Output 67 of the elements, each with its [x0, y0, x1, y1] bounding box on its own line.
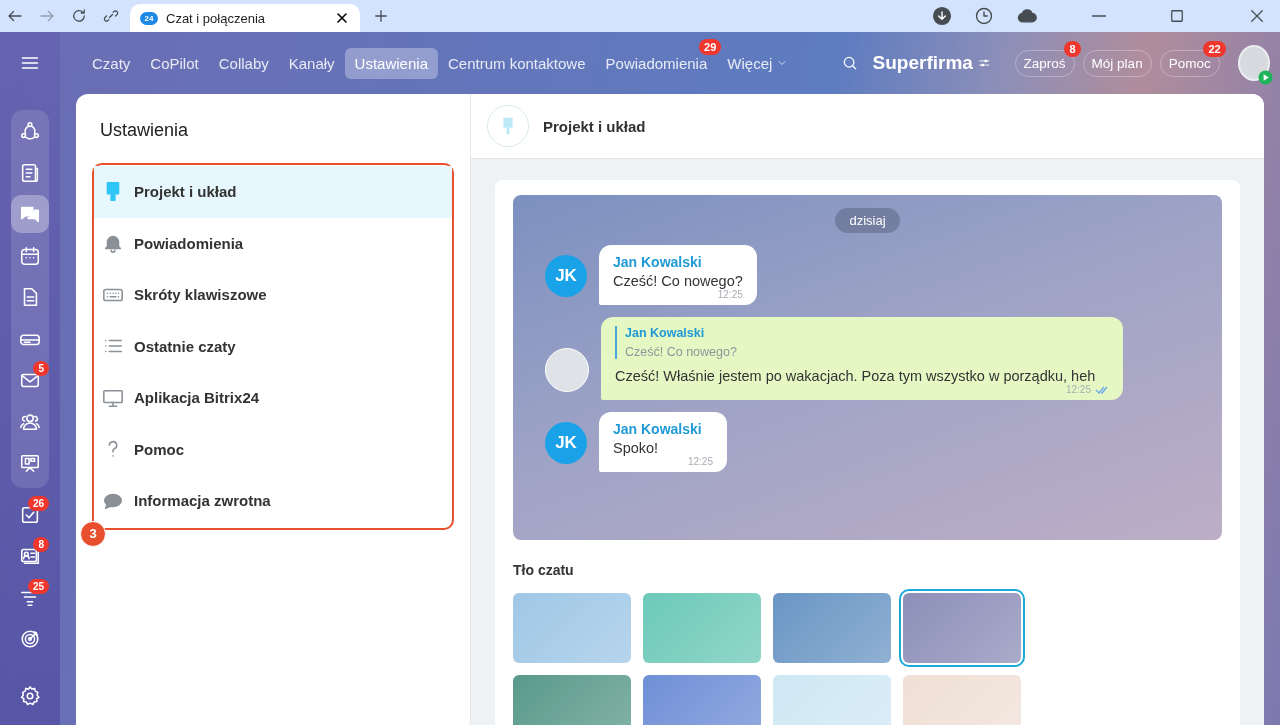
sidebar-item[interactable]: 26 [11, 495, 49, 534]
page-title: Projekt i układ [543, 117, 646, 135]
background-swatch[interactable] [513, 593, 631, 663]
notification-badge: 29 [699, 38, 722, 55]
sidebar-item[interactable]: 25 [11, 578, 49, 617]
settings-menu-item[interactable]: Ostatnie czaty [94, 320, 452, 372]
settings-menu-item[interactable]: Projekt i układ [94, 166, 452, 218]
quote-text: Cześć! Co nowego? [625, 345, 738, 359]
message-text: Cześć! Co nowego? [613, 273, 743, 289]
nav-tab[interactable]: Czaty [82, 47, 141, 79]
background-swatch[interactable] [643, 675, 761, 725]
message-text: Cześć! Właśnie jestem po wakacjach. Poza tym wszystko w porządku, heh [615, 368, 1097, 384]
sidebar-item[interactable]: 8 [11, 537, 49, 575]
calendar-icon [19, 244, 41, 267]
share-icon [19, 120, 41, 142]
close-icon [1248, 7, 1266, 25]
message-author: Jan Kowalski [613, 254, 703, 270]
link-icon [102, 7, 120, 25]
tab-title: Czat i połączenia [166, 10, 266, 26]
nav-tab[interactable]: Centrum kontaktowe [438, 47, 596, 79]
maximize-icon [1168, 7, 1186, 25]
plus-icon [372, 7, 390, 25]
background-swatch[interactable] [773, 593, 891, 663]
company-name[interactable]: Superfirma [872, 52, 973, 74]
sidebar-item[interactable] [11, 195, 49, 233]
background-swatch[interactable] [643, 593, 761, 663]
history-clock-icon [974, 6, 994, 26]
date-separator: dzisiaj [835, 208, 900, 233]
avatar-placeholder [545, 348, 589, 392]
nav-tab[interactable]: CoPilot [140, 47, 209, 79]
reload-icon [70, 7, 88, 25]
message-author: Jan Kowalski [613, 421, 703, 437]
nav-tab[interactable]: Ustawienia [344, 47, 438, 79]
message-time: 12:25 [716, 289, 743, 300]
browser-tab[interactable]: 24 Czat i połączenia [130, 4, 360, 32]
avatar-initials: JK [545, 422, 587, 464]
message-time: 12:25 [1065, 384, 1091, 395]
settings-menu-item[interactable]: Aplikacja Bitrix24 [94, 372, 452, 424]
avatar-initials: JK [545, 255, 587, 297]
message-time: 12:25 [686, 456, 713, 467]
annotation-number: 3 [80, 520, 106, 547]
settings-icon [19, 685, 41, 707]
notification-badge: 8 [1064, 40, 1081, 57]
notification-badge: 22 [1203, 40, 1226, 57]
minimize-icon [1092, 15, 1106, 17]
presentation-board-icon [19, 452, 41, 474]
newspaper-icon [19, 161, 41, 184]
play-icon [1258, 70, 1273, 85]
background-swatch[interactable] [903, 675, 1021, 725]
download-icon [932, 6, 952, 26]
target-icon [19, 628, 41, 650]
settings-menu-item[interactable]: Skróty klawiszowe [94, 269, 452, 321]
settings-title: Ustawienia [100, 120, 190, 141]
section-title: Tło czatu [513, 562, 575, 578]
settings-menu-item[interactable]: Pomoc [94, 423, 452, 475]
cloud-logo-icon: 24 [140, 11, 158, 25]
sidebar-item[interactable]: 5 [11, 361, 49, 399]
nav-tab[interactable]: Collaby [208, 47, 279, 79]
quote-author: Jan Kowalski [625, 326, 706, 340]
settings-menu-item[interactable]: Powiadomienia [94, 217, 452, 269]
nav-tab[interactable]: Kanały [278, 47, 345, 79]
close-icon [334, 10, 350, 26]
cloud-icon [1016, 6, 1038, 26]
message-text: Spoko! [613, 440, 660, 456]
background-swatch[interactable] [773, 675, 891, 725]
sliders-icon [978, 56, 991, 70]
background-swatch[interactable] [513, 675, 631, 725]
